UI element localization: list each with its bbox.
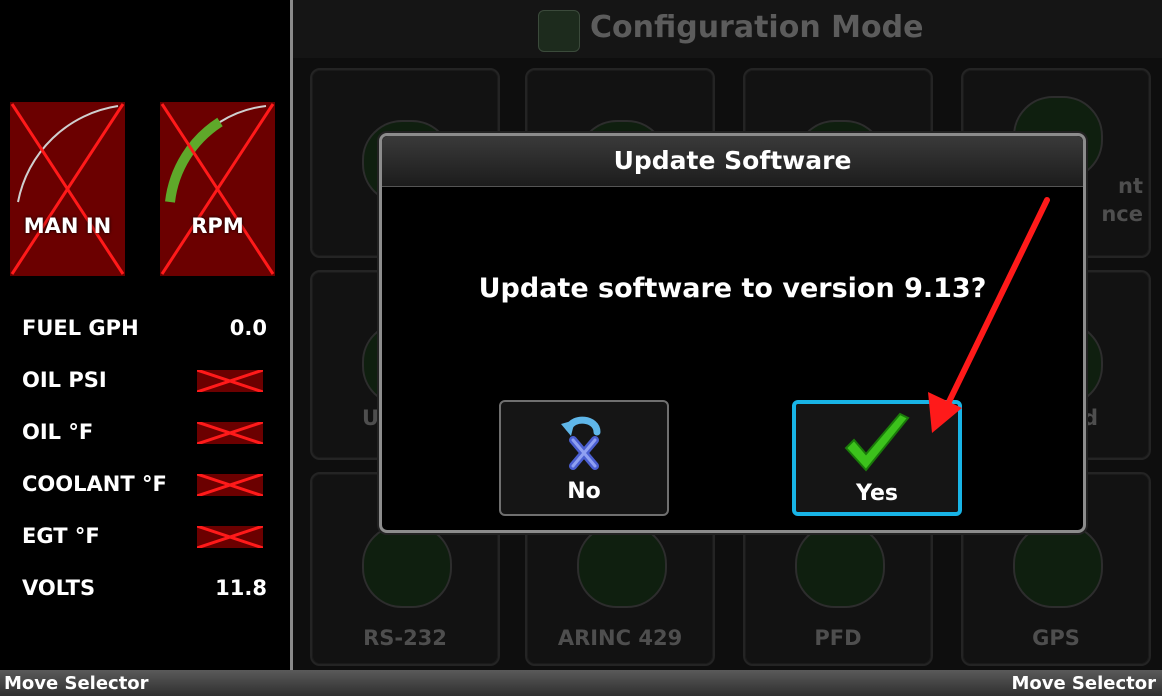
row-value: 11.8	[215, 576, 267, 600]
failed-value-x-icon	[197, 526, 263, 548]
rpm-gauge: RPM	[160, 102, 275, 276]
configuration-icon	[538, 10, 580, 52]
tile-icon	[362, 524, 452, 608]
tile-label-partial: d	[1083, 406, 1099, 430]
yes-button[interactable]: Yes	[792, 400, 962, 516]
no-button-label: No	[567, 479, 601, 504]
undo-cancel-icon	[561, 416, 601, 470]
page-title: Configuration Mode	[590, 10, 924, 45]
row-label: COOLANT °F	[22, 472, 167, 496]
row-label: FUEL GPH	[22, 316, 139, 340]
egt-row: EGT °F	[22, 520, 267, 554]
tile-label: RS-232	[363, 626, 447, 650]
coolant-temp-row: COOLANT °F	[22, 468, 267, 502]
rpm-gauge-label: RPM	[191, 214, 244, 238]
failed-value-x-icon	[197, 474, 263, 496]
failed-value-x-icon	[197, 370, 263, 392]
rpm-gauge-graphic	[160, 103, 275, 275]
oil-temp-row: OIL °F	[22, 416, 267, 450]
update-software-dialog: Update Software Update software to versi…	[379, 133, 1086, 533]
dialog-title: Update Software	[613, 146, 852, 175]
row-label: EGT °F	[22, 524, 100, 548]
tile-icon	[795, 524, 885, 608]
volts-row: VOLTS 11.8	[22, 572, 267, 606]
tile-label: PFD	[814, 626, 862, 650]
manifold-gauge-label: MAN IN	[23, 214, 112, 238]
softkey-right-move-selector[interactable]: Move Selector	[1011, 673, 1156, 694]
row-label: OIL °F	[22, 420, 94, 444]
oil-pressure-row: OIL PSI	[22, 364, 267, 398]
tile-label: ARINC 429	[557, 626, 683, 650]
failed-value-x-icon	[197, 422, 263, 444]
manifold-gauge-graphic	[10, 103, 125, 275]
dialog-message: Update software to version 9.13?	[478, 273, 987, 304]
yes-button-label: Yes	[856, 481, 898, 506]
row-label: OIL PSI	[22, 368, 107, 392]
display-screen: MAN IN RPM FUEL GPH 0.0 OIL PSI OIL °F C…	[0, 0, 1162, 696]
tile-label: GPS	[1032, 626, 1080, 650]
manifold-pressure-gauge: MAN IN	[10, 102, 125, 276]
row-label: VOLTS	[22, 576, 96, 600]
checkmark-icon	[844, 412, 910, 472]
engine-strip: MAN IN RPM FUEL GPH 0.0 OIL PSI OIL °F C…	[0, 0, 290, 670]
fuel-flow-row: FUEL GPH 0.0	[22, 312, 267, 346]
softkey-left-move-selector[interactable]: Move Selector	[4, 673, 149, 694]
no-button[interactable]: No	[499, 400, 669, 516]
tile-icon	[1013, 524, 1103, 608]
dialog-title-bar: Update Software	[382, 136, 1083, 187]
softkey-bar: Move Selector Move Selector	[0, 670, 1162, 696]
tile-icon	[577, 524, 667, 608]
row-value: 0.0	[229, 316, 267, 340]
page-title-bar: Configuration Mode	[293, 0, 1162, 58]
